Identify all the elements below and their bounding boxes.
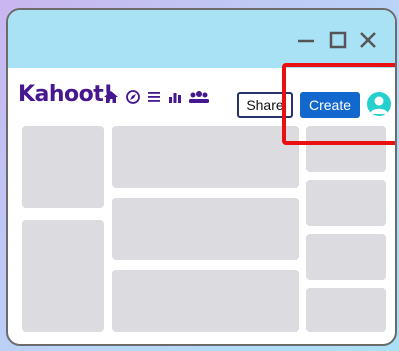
- groups-icon[interactable]: [188, 90, 210, 109]
- reports-icon[interactable]: [168, 90, 182, 109]
- content-placeholder-card: [112, 270, 299, 332]
- library-icon[interactable]: [147, 90, 161, 109]
- content-placeholder-card: [112, 126, 299, 188]
- content-placeholder-item: [306, 180, 386, 226]
- title-bar: [8, 10, 395, 68]
- content-placeholder-tile: [22, 126, 104, 208]
- minimize-icon[interactable]: [296, 30, 316, 50]
- content-placeholder-item: [306, 234, 386, 280]
- content-placeholder-card: [112, 198, 299, 260]
- maximize-icon[interactable]: [328, 30, 348, 50]
- content-placeholder-item: [306, 288, 386, 332]
- home-icon[interactable]: [103, 90, 119, 109]
- app-window: Kahoot! Share Create: [6, 8, 397, 346]
- highlight-box: [282, 63, 395, 145]
- close-icon[interactable]: [358, 30, 378, 50]
- content-placeholder-tile: [22, 220, 104, 332]
- kahoot-logo[interactable]: Kahoot!: [18, 82, 113, 107]
- discover-icon[interactable]: [125, 90, 141, 109]
